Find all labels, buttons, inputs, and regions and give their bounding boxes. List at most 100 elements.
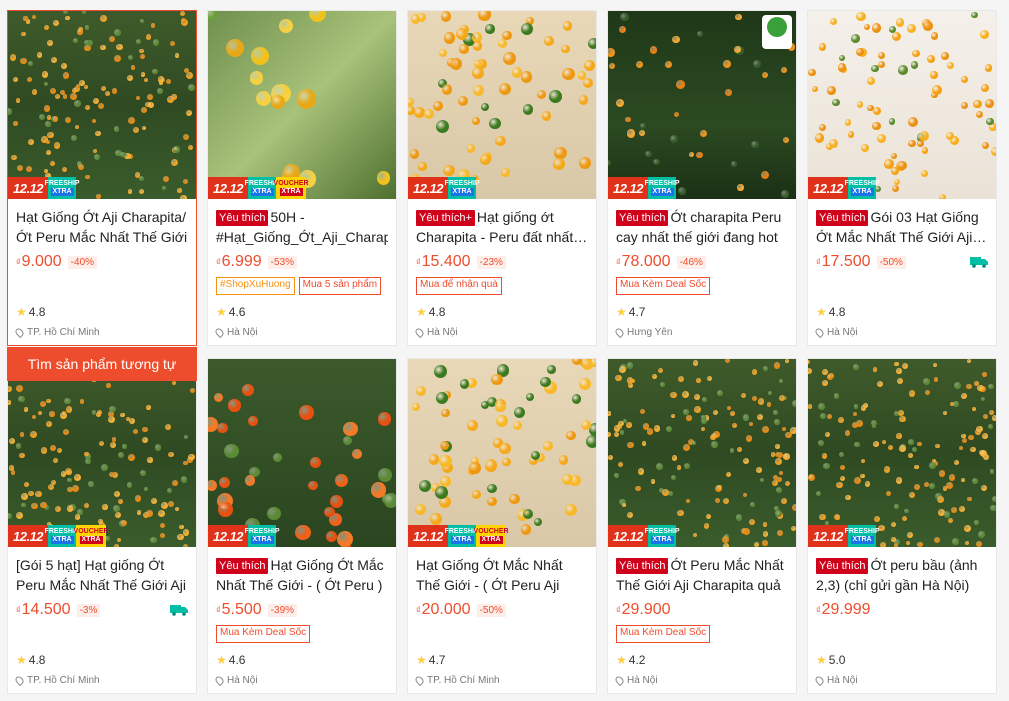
promo-tags xyxy=(416,625,588,643)
promo-badges: 12.12 FREESHIP XTRA xyxy=(208,525,280,547)
shop-location: Hà Nội xyxy=(813,326,858,339)
location-pin-icon xyxy=(213,326,226,339)
promo-badges: 12.12 FREESHIP XTRA VOUCHER XTRA xyxy=(208,177,309,199)
location-text: Hà Nội xyxy=(427,327,458,338)
promo-tags: #ShopXuHuong Mua 5 sản phẩm xyxy=(216,277,388,295)
shop-location: Hà Nội xyxy=(613,674,658,687)
badge-freeship-xtra: FREESHIP XTRA xyxy=(645,177,680,199)
price-row: ₫ 78.000 -46% xyxy=(616,251,788,273)
product-card[interactable]: 12.12 FREESHIP XTRA VOUCHER XTRA [Gói 5 hạt] … xyxy=(7,358,197,694)
product-rating: ★ 4.6 xyxy=(216,653,245,667)
promo-tag: Mua Kèm Deal Sốc xyxy=(616,625,711,643)
currency-symbol: ₫ xyxy=(816,605,821,615)
product-image[interactable]: 12.12 FREESHIP XTRA xyxy=(208,359,396,547)
star-icon: ★ xyxy=(616,305,627,319)
product-card[interactable]: 12.12 FREESHIP XTRA Yêu thích Ớt charapita P… xyxy=(607,10,797,346)
location-pin-icon xyxy=(13,674,26,687)
product-image[interactable]: 12.12 FREESHIP XTRA xyxy=(808,359,996,547)
promo-badges: 12.12 FREESHIP XTRA xyxy=(608,177,680,199)
product-title[interactable]: Yêu thích Hạt Giống Ớt Mắc Nhất Thế Giới … xyxy=(216,555,388,595)
star-icon: ★ xyxy=(816,653,827,667)
promo-tags: Mua để nhận quà xyxy=(416,277,588,295)
product-card[interactable]: 12.12 FREESHIP XTRA Yêu thích Hạt Giống Ớt M… xyxy=(207,358,397,694)
promo-tags xyxy=(816,277,988,295)
badge-1212: 12.12 xyxy=(408,525,449,547)
star-icon: ★ xyxy=(16,653,27,667)
product-card[interactable]: 12.12 FREESHIP XTRA VOUCHER XTRA Yêu thích 50H… xyxy=(207,10,397,346)
product-rating: ★ 4.8 xyxy=(816,305,845,319)
currency-symbol: ₫ xyxy=(416,257,421,267)
badge-freeship-xtra: FREESHIP XTRA xyxy=(245,177,280,199)
product-price: 15.400 xyxy=(421,253,471,270)
badge-freeship-xtra: FREESHIP XTRA xyxy=(845,525,880,547)
product-card[interactable]: 12.12 FREESHIP XTRA Hạt Giống Ớt Aji Charap… xyxy=(7,10,197,381)
product-price: 5.500 xyxy=(221,601,262,618)
product-card[interactable]: 12.12 FREESHIP XTRA VOUCHER XTRA Hạt Giống Ớt… xyxy=(407,358,597,694)
badge-freeship-xtra: FREESHIP XTRA xyxy=(445,177,480,199)
product-title[interactable]: Yêu thích 50H - #Hạt_Giống_Ớt_Aji_Charapi… xyxy=(216,207,388,247)
location-pin-icon xyxy=(13,326,26,339)
product-title[interactable]: Yêu thích Ớt charapita Peru cay nhất thế … xyxy=(616,207,788,247)
badge-1212: 12.12 xyxy=(808,525,849,547)
discount-badge: -39% xyxy=(267,603,298,617)
product-title[interactable]: Yêu thích Gói 03 Hạt Giống Ớt Mắc Nhất Th… xyxy=(816,207,988,247)
badge-voucher-xtra: VOUCHER XTRA xyxy=(74,525,109,547)
product-rating: ★ 4.7 xyxy=(416,653,445,667)
shop-location: Hà Nội xyxy=(213,326,258,339)
star-icon: ★ xyxy=(616,653,627,667)
star-icon: ★ xyxy=(216,653,227,667)
product-rating: ★ 4.2 xyxy=(616,653,645,667)
shop-location: Hà Nội xyxy=(413,326,458,339)
price-row: ₫ 15.400 -23% xyxy=(416,251,588,273)
rating-value: 4.8 xyxy=(828,305,846,319)
product-image[interactable]: 12.12 FREESHIP XTRA xyxy=(408,11,596,199)
star-icon: ★ xyxy=(416,305,427,319)
product-price: 29.900 xyxy=(621,601,671,618)
promo-tags xyxy=(816,625,988,643)
location-pin-icon xyxy=(813,326,826,339)
product-title[interactable]: Hạt Giống Ớt Aji Charapita/ Ớt Peru Mắc … xyxy=(16,207,188,247)
product-card[interactable]: 12.12 FREESHIP XTRA Yêu thích+ Hạt giống ớt … xyxy=(407,10,597,346)
find-similar-button[interactable]: Tìm sản phẩm tương tự xyxy=(7,347,197,381)
badge-1212: 12.12 xyxy=(608,177,649,199)
badge-voucher-xtra: VOUCHER XTRA xyxy=(274,177,309,199)
product-card[interactable]: 12.12 FREESHIP XTRA Yêu thích Ớt Peru Mắc Nh… xyxy=(607,358,797,694)
star-icon: ★ xyxy=(416,653,427,667)
product-image[interactable]: 12.12 FREESHIP XTRA xyxy=(608,11,796,199)
product-image[interactable]: 12.12 FREESHIP XTRA xyxy=(608,359,796,547)
currency-symbol: ₫ xyxy=(216,257,221,267)
favorite-badge: Yêu thích xyxy=(616,558,669,574)
product-card[interactable]: 12.12 FREESHIP XTRA Yêu thích Ớt peru bầu (ả… xyxy=(807,358,997,694)
rating-value: 4.8 xyxy=(28,305,46,319)
price-row: ₫ 29.999 xyxy=(816,599,988,621)
product-image[interactable]: 12.12 FREESHIP XTRA VOUCHER XTRA xyxy=(208,11,396,199)
product-title[interactable]: Hạt Giống Ớt Mắc Nhất Thế Giới - ( Ớt Pe… xyxy=(416,555,588,595)
rating-value: 5.0 xyxy=(828,653,846,667)
product-title[interactable]: Yêu thích+ Hạt giống ớt Charapita - Peru … xyxy=(416,207,588,247)
product-price: 6.999 xyxy=(221,253,262,270)
product-image[interactable]: 12.12 FREESHIP XTRA VOUCHER XTRA xyxy=(408,359,596,547)
product-rating: ★ 4.7 xyxy=(616,305,645,319)
location-text: Hà Nội xyxy=(227,675,258,686)
badge-freeship-xtra: FREESHIP XTRA xyxy=(645,525,680,547)
product-price: 14.500 xyxy=(21,601,71,618)
product-image[interactable]: 12.12 FREESHIP XTRA xyxy=(8,11,196,199)
product-title[interactable]: Yêu thích Ớt Peru Mắc Nhất Thế Giới Aji C… xyxy=(616,555,788,595)
currency-symbol: ₫ xyxy=(416,605,421,615)
promo-tag: #ShopXuHuong xyxy=(216,277,295,295)
product-image[interactable]: 12.12 FREESHIP XTRA VOUCHER XTRA xyxy=(8,359,196,547)
badge-freeship-xtra: FREESHIP XTRA xyxy=(45,525,80,547)
shop-location: Hưng Yên xyxy=(613,326,672,339)
favorite-badge: Yêu thích xyxy=(816,210,869,226)
price-row: ₫ 5.500 -39% xyxy=(216,599,388,621)
product-card[interactable]: 12.12 FREESHIP XTRA Yêu thích Gói 03 Hạt Giố… xyxy=(807,10,997,346)
favorite-badge: Yêu thích xyxy=(216,210,269,226)
currency-symbol: ₫ xyxy=(616,257,621,267)
badge-1212: 12.12 xyxy=(608,525,649,547)
product-image[interactable]: 12.12 FREESHIP XTRA xyxy=(808,11,996,199)
product-title[interactable]: Yêu thích Ớt peru bầu (ảnh 2,3) (chỉ gửi … xyxy=(816,555,988,595)
product-price: 20.000 xyxy=(421,601,471,618)
discount-badge: -3% xyxy=(76,603,101,617)
location-text: TP. Hồ Chí Minh xyxy=(27,675,100,686)
product-title[interactable]: [Gói 5 hạt] Hạt giống Ớt Peru Mắc Nhất T… xyxy=(16,555,188,595)
